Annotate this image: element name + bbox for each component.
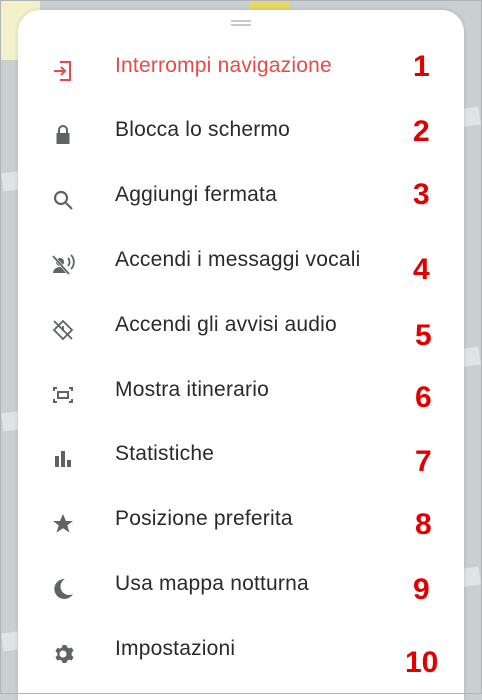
- menu-item-label: Accendi i messaggi vocali: [115, 248, 361, 271]
- menu-item-audio-alerts[interactable]: Accendi gli avvisi audio: [18, 297, 464, 361]
- menu-item-statistics[interactable]: Statistiche: [18, 426, 464, 490]
- navigation-menu-sheet: Interrompi navigazione Blocca lo schermo…: [18, 10, 464, 700]
- menu-item-label: Usa mappa notturna: [115, 572, 309, 595]
- menu-item-lock-screen[interactable]: Blocca lo schermo: [18, 102, 464, 166]
- exit-icon: [50, 58, 76, 84]
- menu-item-add-stop[interactable]: Aggiungi fermata: [18, 167, 464, 231]
- alert-off-icon: [50, 317, 76, 343]
- annotation-number: 3: [413, 178, 430, 211]
- annotation-number: 7: [415, 445, 432, 478]
- gear-icon: [50, 641, 76, 667]
- moon-icon: [50, 576, 76, 602]
- menu-item-label: Impostazioni: [115, 637, 236, 660]
- annotation-number: 2: [413, 115, 430, 148]
- annotation-number: 4: [413, 253, 430, 286]
- lock-icon: [50, 122, 76, 148]
- search-icon: [50, 187, 76, 213]
- star-icon: [50, 511, 76, 537]
- route-overview-icon: [50, 382, 76, 408]
- annotation-number: 10: [405, 646, 439, 679]
- annotation-number: 8: [415, 508, 432, 541]
- voice-off-icon: [50, 252, 76, 278]
- menu-item-settings[interactable]: Impostazioni: [18, 621, 464, 685]
- drag-handle[interactable]: [231, 20, 251, 26]
- menu-item-label: Interrompi navigazione: [115, 54, 332, 77]
- bar-chart-icon: [50, 446, 76, 472]
- menu-item-label: Posizione preferita: [115, 507, 293, 530]
- menu-item-label: Accendi gli avvisi audio: [115, 313, 337, 336]
- annotation-number: 1: [413, 50, 430, 83]
- menu-item-voice-messages[interactable]: Accendi i messaggi vocali: [18, 232, 464, 296]
- menu-item-night-map[interactable]: Usa mappa notturna: [18, 556, 464, 620]
- menu-item-favorite-position[interactable]: Posizione preferita: [18, 491, 464, 555]
- menu-item-label: Mostra itinerario: [115, 378, 269, 401]
- annotation-number: 9: [413, 573, 430, 606]
- menu-item-show-route[interactable]: Mostra itinerario: [18, 362, 464, 426]
- menu-item-label: Statistiche: [115, 442, 215, 465]
- annotation-number: 5: [415, 319, 432, 352]
- menu-item-label: Blocca lo schermo: [115, 118, 290, 141]
- menu-item-label: Aggiungi fermata: [115, 183, 277, 206]
- menu-item-stop-navigation[interactable]: Interrompi navigazione: [18, 38, 464, 102]
- annotation-number: 6: [415, 381, 432, 414]
